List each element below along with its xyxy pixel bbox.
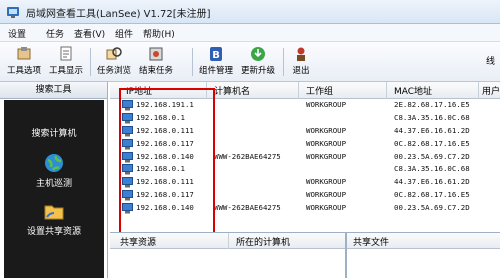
menu-task[interactable]: 任务: [46, 27, 64, 40]
folder-share-icon: [44, 205, 64, 220]
tool-options-icon: [17, 47, 31, 60]
toolbar-separator: [192, 48, 193, 76]
globe-icon: [45, 154, 63, 172]
sidebar-item-search-computer[interactable]: 搜索计算机: [4, 126, 104, 139]
toolbar-separator: [283, 48, 284, 76]
title-bar: 局域网查看工具(LanSee) V1.72[未注册]: [0, 0, 500, 24]
component-manage-icon: B: [210, 47, 222, 61]
menu-settings[interactable]: 设置: [8, 27, 26, 40]
share-files-header: 共享文件: [347, 233, 500, 249]
column-computer-name[interactable]: 计算机名: [214, 84, 250, 97]
menu-bar: 设置 任务 查看(V) 组件 帮助(H): [0, 24, 500, 42]
tool-display-button[interactable]: 工具显示: [46, 44, 86, 80]
column-divider[interactable]: [386, 82, 387, 99]
menu-view[interactable]: 查看(V): [74, 27, 105, 40]
column-share-resource[interactable]: 共享资源: [120, 235, 156, 248]
column-user[interactable]: 用户: [482, 84, 500, 97]
shares-pane: 共享资源 所在的计算机 共享文件: [110, 232, 500, 278]
svg-text:B: B: [212, 50, 220, 61]
highlight-annotation: [119, 88, 215, 236]
toolbar: 工具选项 工具显示 任务浏览 结束任务 B 组件管理 更新升级 退出 线: [0, 42, 500, 82]
tool-options-button[interactable]: 工具选项: [4, 44, 44, 80]
end-task-button[interactable]: 结束任务: [136, 44, 176, 80]
column-host-computer[interactable]: 所在的计算机: [236, 235, 290, 248]
task-browse-button[interactable]: 任务浏览: [94, 44, 134, 80]
column-divider[interactable]: [298, 82, 299, 99]
exit-icon: [297, 47, 305, 61]
sidebar: 搜索工具 搜索计算机 主机巡测 设置共享资源: [0, 82, 108, 278]
column-mac[interactable]: MAC地址: [394, 84, 432, 97]
task-browse-icon: [106, 47, 122, 60]
sidebar-item-share-resources[interactable]: 设置共享资源: [4, 200, 104, 237]
shares-header: 共享资源 所在的计算机: [110, 233, 345, 249]
sidebar-header: 搜索工具: [0, 82, 107, 99]
column-divider[interactable]: [228, 233, 229, 249]
column-divider[interactable]: [478, 82, 479, 99]
update-button[interactable]: 更新升级: [238, 44, 278, 80]
toolbar-right-text: 线: [486, 57, 496, 67]
menu-component[interactable]: 组件: [115, 27, 133, 40]
sidebar-panel: 搜索计算机 主机巡测 设置共享资源: [4, 100, 104, 278]
window-title: 局域网查看工具(LanSee) V1.72[未注册]: [26, 9, 211, 20]
menu-help[interactable]: 帮助(H): [143, 27, 175, 40]
main-panel: IP地址 计算机名 工作组 MAC地址 用户 192.168.191.1 WOR…: [110, 82, 500, 278]
toolbar-separator: [90, 48, 91, 76]
end-task-icon: [149, 47, 163, 61]
component-manage-button[interactable]: B 组件管理: [196, 44, 236, 80]
column-workgroup[interactable]: 工作组: [306, 84, 333, 97]
update-icon: [251, 47, 265, 61]
column-share-files[interactable]: 共享文件: [353, 235, 389, 248]
app-icon: [7, 7, 19, 18]
sidebar-item-host-scan[interactable]: 主机巡测: [4, 152, 104, 189]
tool-display-icon: [60, 46, 72, 61]
exit-button[interactable]: 退出: [287, 44, 315, 80]
